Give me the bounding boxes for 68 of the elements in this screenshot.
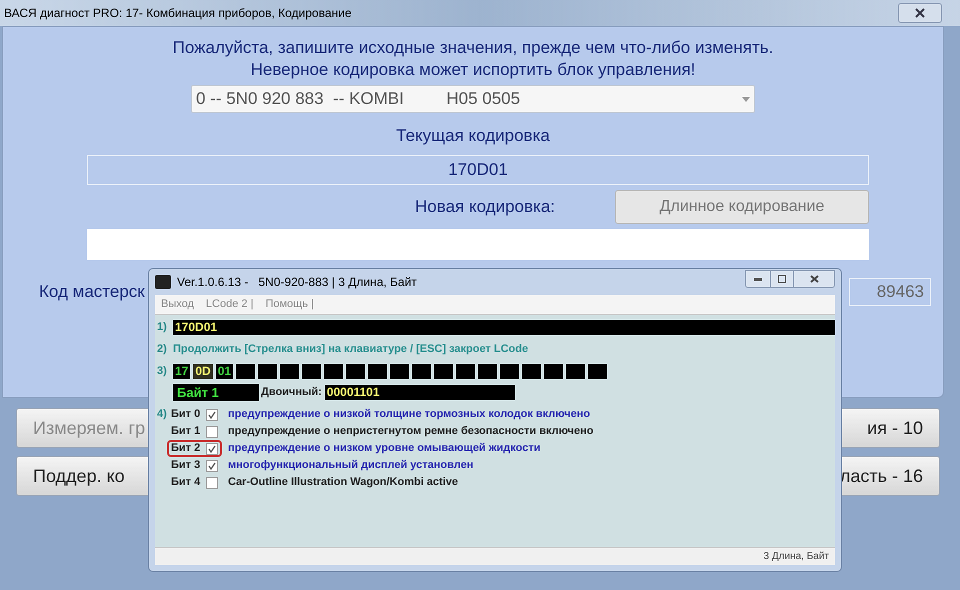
module-dropdown[interactable]: 0 -- 5N0 920 883 -- KOMBI H05 0505 [191,85,755,113]
empty-byte-cell[interactable] [456,364,476,378]
bit-description: Car-Outline Illustration Wagon/Kombi active [228,475,458,490]
long-coding-button[interactable]: Длинное кодирование [615,190,869,224]
empty-byte-cell[interactable] [588,364,608,378]
status-text: 3 Длина, Байт [764,550,829,564]
new-coding-label: Новая кодировка: [415,196,556,218]
bit-checkbox[interactable] [206,408,218,420]
current-coding-label: Текущая кодировка [396,125,550,147]
app-icon [155,275,171,289]
warning-text: Пожалуйста, запишите исходные значения, прежде чем что-либо изменять. [172,37,774,59]
bit-description: предупреждение о низкой толщине тормозных колодок включено [228,407,590,422]
bit-label: Бит 0 [171,407,202,422]
empty-byte-cell[interactable] [412,364,432,378]
empty-byte-cell[interactable] [324,364,344,378]
byte-cell[interactable]: 01 [216,364,234,378]
bit-label: Бит 1 [171,424,202,440]
empty-byte-cell[interactable] [368,364,388,378]
check-icon [208,462,216,470]
close-button[interactable] [898,3,942,23]
step-label: 4) [157,407,168,422]
close-icon [915,8,925,18]
empty-byte-cell[interactable] [390,364,410,378]
empty-byte-cell[interactable] [500,364,520,378]
empty-byte-cell[interactable] [280,364,300,378]
bit-label: Бит 4 [171,475,202,490]
empty-byte-cell[interactable] [302,364,322,378]
empty-byte-cell[interactable] [258,364,278,378]
window-title: ВАСЯ диагност PRO: 17- Комбинация приборов, Кодирование [4,5,352,22]
empty-byte-cell[interactable] [434,364,454,378]
empty-byte-cell[interactable] [522,364,542,378]
close-icon [810,275,818,283]
bit-label: Бит 3 [171,458,202,474]
bit-checkbox[interactable] [206,476,218,488]
warning-text: Неверное кодировка может испортить блок управления! [250,59,696,81]
empty-byte-cell[interactable] [236,364,256,378]
bit-checkbox[interactable] [206,460,218,472]
step-label: 3) [157,364,168,379]
coding-display: 170D01 [173,320,835,334]
empty-byte-cell[interactable] [544,364,564,378]
byte-label: Байт 1 [173,384,259,401]
binary-value: 00001101 [324,385,515,400]
bit-description: многофункциональный дисплей установлен [228,458,474,474]
maximize-button[interactable] [770,271,794,287]
check-icon [208,444,216,452]
empty-byte-cell[interactable] [566,364,586,378]
empty-byte-cell[interactable] [478,364,498,378]
byte-cell[interactable]: 17 [173,364,190,378]
step-label: 1) [157,320,168,335]
bit-checkbox[interactable] [206,442,218,454]
workshop-code-label: Код мастерск [39,280,145,303]
current-coding-field[interactable]: 170D01 [87,154,869,184]
bit-label: Бит 2 [171,441,202,456]
minimize-icon [754,278,762,280]
dialog-title: Ver.1.0.6.13 - 5N0-920-883 | 3 Длина, Байт [177,274,417,291]
bit-description: предупреждение о низком уровне омывающей жидкости [228,441,540,456]
hint-text: Продолжить [Стрелка вниз] на клавиатуре / [ESC] закроет LCode [173,342,528,357]
new-coding-field[interactable] [87,228,869,260]
maximize-icon [778,275,786,283]
empty-byte-cell[interactable] [346,364,366,378]
workshop-code-field[interactable]: 89463 [849,278,931,306]
bit-description: предупреждение о непристегнутом ремне безопасности включено [228,424,594,440]
bit-checkbox[interactable] [206,426,218,438]
dropdown-arrow-icon [742,96,750,102]
step-label: 2) [157,342,168,357]
check-icon [208,410,216,418]
binary-label: Двоичный: [261,385,322,400]
byte-cell[interactable]: 0D [193,364,213,378]
